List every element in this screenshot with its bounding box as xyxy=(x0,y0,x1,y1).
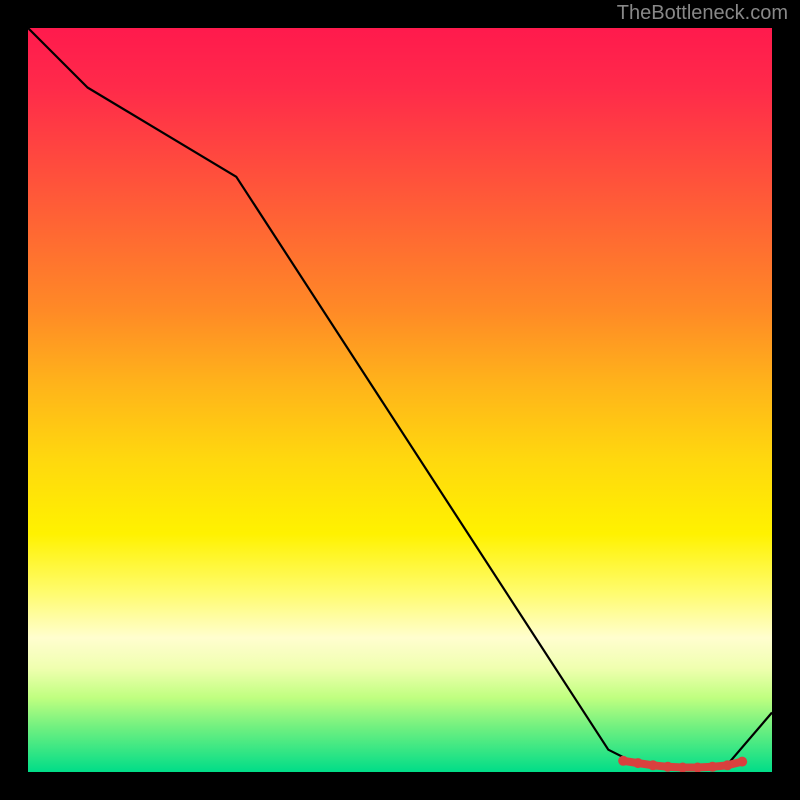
plot-area xyxy=(28,28,772,772)
gradient-background xyxy=(28,28,772,772)
attribution-text: TheBottleneck.com xyxy=(617,2,788,25)
